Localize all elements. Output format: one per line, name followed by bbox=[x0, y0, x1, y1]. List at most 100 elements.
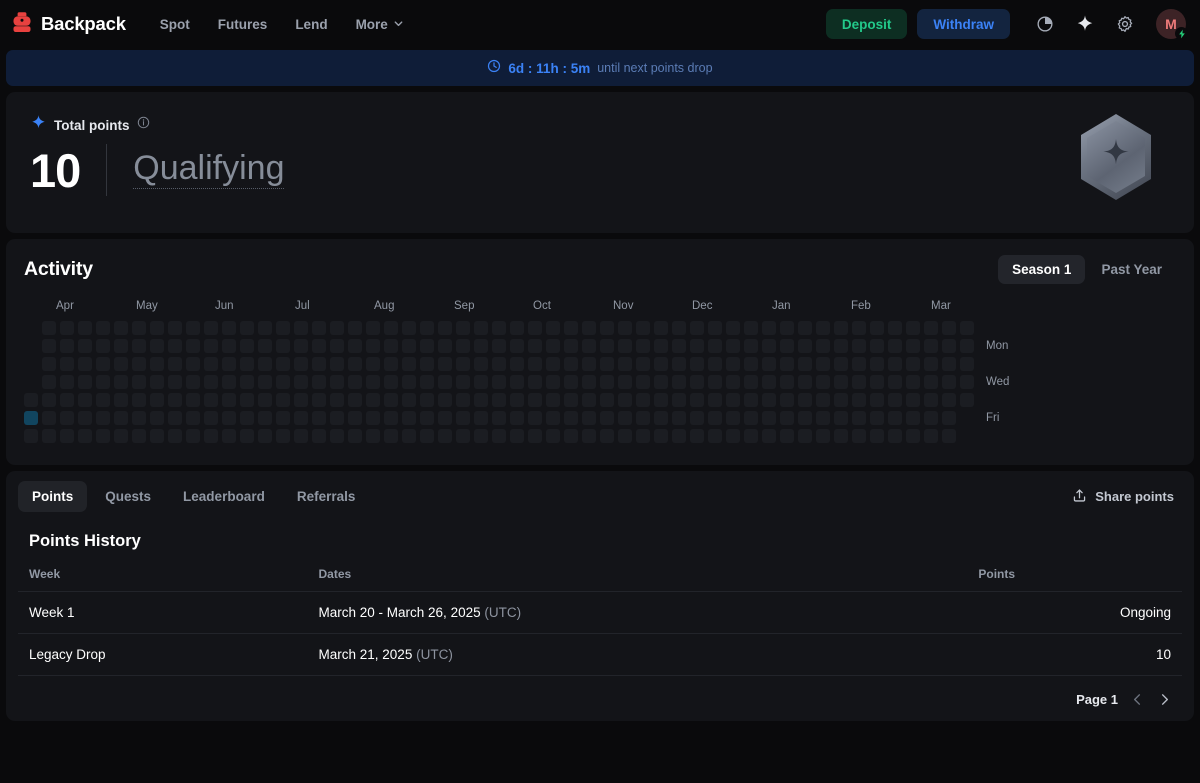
heatmap-day-cell[interactable] bbox=[60, 411, 74, 425]
heatmap-day-cell[interactable] bbox=[294, 321, 308, 335]
heatmap-day-cell[interactable] bbox=[834, 393, 848, 407]
heatmap-day-cell[interactable] bbox=[474, 357, 488, 371]
heatmap-day-cell[interactable] bbox=[636, 357, 650, 371]
heatmap-day-cell[interactable] bbox=[708, 357, 722, 371]
heatmap-day-cell[interactable] bbox=[762, 393, 776, 407]
heatmap-day-cell[interactable] bbox=[366, 393, 380, 407]
heatmap-day-cell[interactable] bbox=[474, 411, 488, 425]
heatmap-day-cell[interactable] bbox=[654, 357, 668, 371]
heatmap-day-cell[interactable] bbox=[924, 411, 938, 425]
heatmap-day-cell[interactable] bbox=[690, 321, 704, 335]
heatmap-day-cell[interactable] bbox=[330, 375, 344, 389]
heatmap-day-cell[interactable] bbox=[456, 411, 470, 425]
heatmap-day-cell[interactable] bbox=[492, 357, 506, 371]
heatmap-day-cell[interactable] bbox=[744, 393, 758, 407]
heatmap-day-cell[interactable] bbox=[618, 393, 632, 407]
heatmap-day-cell[interactable] bbox=[168, 339, 182, 353]
heatmap-day-cell[interactable] bbox=[420, 339, 434, 353]
heatmap-day-cell[interactable] bbox=[654, 411, 668, 425]
heatmap-day-cell[interactable] bbox=[114, 339, 128, 353]
heatmap-day-cell[interactable] bbox=[294, 339, 308, 353]
heatmap-day-cell[interactable] bbox=[96, 375, 110, 389]
season-toggle-past-year[interactable]: Past Year bbox=[1087, 255, 1176, 284]
heatmap-day-cell[interactable] bbox=[618, 429, 632, 443]
pie-chart-icon[interactable] bbox=[1030, 9, 1060, 39]
heatmap-day-cell[interactable] bbox=[528, 429, 542, 443]
heatmap-day-cell[interactable] bbox=[114, 429, 128, 443]
heatmap-day-cell[interactable] bbox=[636, 411, 650, 425]
heatmap-day-cell[interactable] bbox=[816, 321, 830, 335]
heatmap-day-cell[interactable] bbox=[438, 429, 452, 443]
heatmap-day-cell[interactable] bbox=[546, 375, 560, 389]
heatmap-day-cell[interactable] bbox=[888, 411, 902, 425]
heatmap-day-cell[interactable] bbox=[384, 375, 398, 389]
heatmap-day-cell[interactable] bbox=[870, 339, 884, 353]
heatmap-day-cell[interactable] bbox=[906, 393, 920, 407]
heatmap-day-cell[interactable] bbox=[330, 357, 344, 371]
chevron-left-icon[interactable] bbox=[1130, 692, 1145, 707]
heatmap-day-cell[interactable] bbox=[618, 357, 632, 371]
heatmap-day-cell[interactable] bbox=[618, 339, 632, 353]
heatmap-day-cell[interactable] bbox=[258, 375, 272, 389]
heatmap-day-cell[interactable] bbox=[60, 429, 74, 443]
heatmap-day-cell[interactable] bbox=[708, 375, 722, 389]
heatmap-day-cell[interactable] bbox=[78, 429, 92, 443]
heatmap-day-cell[interactable] bbox=[258, 429, 272, 443]
heatmap-day-cell[interactable] bbox=[204, 429, 218, 443]
heatmap-day-cell[interactable] bbox=[186, 375, 200, 389]
heatmap-day-cell[interactable] bbox=[222, 339, 236, 353]
heatmap-day-cell[interactable] bbox=[798, 357, 812, 371]
heatmap-day-cell[interactable] bbox=[834, 375, 848, 389]
heatmap-day-cell[interactable] bbox=[222, 429, 236, 443]
heatmap-day-cell[interactable] bbox=[348, 393, 362, 407]
heatmap-day-cell[interactable] bbox=[744, 429, 758, 443]
tab-leaderboard[interactable]: Leaderboard bbox=[169, 481, 279, 512]
heatmap-day-cell[interactable] bbox=[816, 339, 830, 353]
heatmap-day-cell[interactable] bbox=[384, 393, 398, 407]
heatmap-day-cell[interactable] bbox=[24, 393, 38, 407]
heatmap-day-cell[interactable] bbox=[546, 429, 560, 443]
heatmap-day-cell[interactable] bbox=[582, 339, 596, 353]
heatmap-day-cell[interactable] bbox=[834, 339, 848, 353]
heatmap-day-cell[interactable] bbox=[114, 393, 128, 407]
heatmap-day-cell[interactable] bbox=[870, 393, 884, 407]
heatmap-day-cell[interactable] bbox=[870, 375, 884, 389]
heatmap-day-cell[interactable] bbox=[636, 321, 650, 335]
heatmap-day-cell[interactable] bbox=[816, 429, 830, 443]
heatmap-day-cell[interactable] bbox=[204, 393, 218, 407]
heatmap-day-cell[interactable] bbox=[348, 357, 362, 371]
heatmap-day-cell[interactable] bbox=[564, 321, 578, 335]
heatmap-day-cell[interactable] bbox=[582, 393, 596, 407]
heatmap-day-cell[interactable] bbox=[222, 411, 236, 425]
heatmap-day-cell[interactable] bbox=[384, 321, 398, 335]
heatmap-day-cell[interactable] bbox=[636, 375, 650, 389]
heatmap-day-cell[interactable] bbox=[402, 393, 416, 407]
heatmap-day-cell[interactable] bbox=[438, 393, 452, 407]
heatmap-day-cell[interactable] bbox=[42, 393, 56, 407]
heatmap-day-cell[interactable] bbox=[348, 375, 362, 389]
heatmap-day-cell[interactable] bbox=[168, 321, 182, 335]
deposit-button[interactable]: Deposit bbox=[825, 9, 908, 39]
heatmap-day-cell[interactable] bbox=[222, 393, 236, 407]
heatmap-day-cell[interactable] bbox=[690, 411, 704, 425]
heatmap-day-cell[interactable] bbox=[564, 339, 578, 353]
heatmap-day-cell[interactable] bbox=[672, 375, 686, 389]
heatmap-day-cell[interactable] bbox=[708, 321, 722, 335]
heatmap-day-cell[interactable] bbox=[42, 375, 56, 389]
heatmap-day-cell[interactable] bbox=[960, 339, 974, 353]
heatmap-day-cell[interactable] bbox=[942, 339, 956, 353]
heatmap-day-cell[interactable] bbox=[168, 429, 182, 443]
heatmap-day-cell[interactable] bbox=[852, 375, 866, 389]
heatmap-day-cell[interactable] bbox=[294, 429, 308, 443]
heatmap-day-cell[interactable] bbox=[600, 339, 614, 353]
nav-item-futures[interactable]: Futures bbox=[218, 17, 268, 32]
heatmap-day-cell[interactable] bbox=[546, 393, 560, 407]
heatmap-day-cell[interactable] bbox=[276, 321, 290, 335]
heatmap-day-cell[interactable] bbox=[690, 393, 704, 407]
heatmap-day-cell[interactable] bbox=[474, 393, 488, 407]
heatmap-day-cell[interactable] bbox=[312, 429, 326, 443]
heatmap-day-cell[interactable] bbox=[42, 321, 56, 335]
tab-referrals[interactable]: Referrals bbox=[283, 481, 370, 512]
heatmap-day-cell[interactable] bbox=[492, 411, 506, 425]
heatmap-day-cell[interactable] bbox=[132, 321, 146, 335]
